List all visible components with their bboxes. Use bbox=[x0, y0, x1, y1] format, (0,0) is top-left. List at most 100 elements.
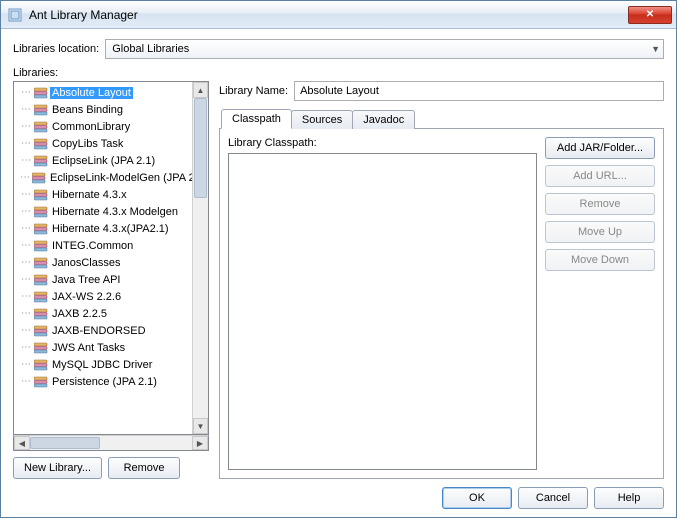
move-up-button[interactable]: Move Up bbox=[545, 221, 655, 243]
tree-dash-icon: ⋯ bbox=[20, 376, 32, 387]
tree-item-label: EclipseLink (JPA 2.1) bbox=[50, 155, 157, 167]
tree-item-label: JAX-WS 2.2.6 bbox=[50, 291, 123, 303]
library-icon bbox=[32, 172, 46, 184]
close-button[interactable]: ✕ bbox=[628, 6, 672, 24]
tree-item[interactable]: ⋯Persistence (JPA 2.1) bbox=[14, 373, 192, 390]
tree-item[interactable]: ⋯JanosClasses bbox=[14, 254, 192, 271]
scroll-track[interactable] bbox=[193, 98, 208, 418]
classpath-list[interactable] bbox=[228, 153, 537, 470]
library-icon bbox=[34, 308, 48, 320]
tree-item[interactable]: ⋯ INTEG.Common bbox=[14, 237, 192, 254]
library-icon bbox=[34, 223, 48, 235]
tree-item-label: JAXB-ENDORSED bbox=[50, 325, 148, 337]
tree-inner: ⋯Absolute Layout⋯Beans Binding⋯CommonLib… bbox=[14, 82, 192, 434]
tree-item[interactable]: ⋯Hibernate 4.3.x bbox=[14, 186, 192, 203]
tree-item-label: Beans Binding bbox=[50, 104, 125, 116]
tree-item-label: Hibernate 4.3.x bbox=[50, 189, 129, 201]
location-select[interactable]: Global Libraries ▼ bbox=[105, 39, 664, 59]
tree-item[interactable]: ⋯CopyLibs Task bbox=[14, 135, 192, 152]
content-area: Libraries location: Global Libraries ▼ L… bbox=[1, 29, 676, 517]
tree-dash-icon: ⋯ bbox=[20, 121, 32, 132]
hscroll-track[interactable] bbox=[30, 436, 192, 450]
tab-javadoc[interactable]: Javadoc bbox=[352, 110, 415, 129]
scroll-up-arrow-icon[interactable]: ▲ bbox=[193, 82, 208, 98]
library-icon bbox=[34, 291, 48, 303]
library-icon bbox=[34, 87, 48, 99]
tree-item[interactable]: ⋯JAXB-ENDORSED bbox=[14, 322, 192, 339]
detail-tabs: Classpath Sources Javadoc bbox=[219, 107, 664, 129]
tree-item[interactable]: ⋯ JAXB 2.2.5 bbox=[14, 305, 192, 322]
tree-item[interactable]: ⋯ JAX-WS 2.2.6 bbox=[14, 288, 192, 305]
scroll-right-arrow-icon[interactable]: ▶ bbox=[192, 436, 208, 450]
tree-item[interactable]: ⋯JWS Ant Tasks bbox=[14, 339, 192, 356]
library-icon bbox=[34, 342, 48, 354]
libraries-tree[interactable]: ⋯Absolute Layout⋯Beans Binding⋯CommonLib… bbox=[13, 81, 209, 435]
library-icon bbox=[34, 325, 48, 337]
vertical-scrollbar[interactable]: ▲ ▼ bbox=[192, 82, 208, 434]
tree-item[interactable]: ⋯CommonLibrary bbox=[14, 118, 192, 135]
classpath-buttons: Add JAR/Folder... Add URL... Remove Move… bbox=[545, 137, 655, 470]
add-jar-button[interactable]: Add JAR/Folder... bbox=[545, 137, 655, 159]
ok-button[interactable]: OK bbox=[442, 487, 512, 509]
library-icon bbox=[34, 274, 48, 286]
tree-item[interactable]: ⋯Absolute Layout bbox=[14, 84, 192, 101]
location-label: Libraries location: bbox=[13, 43, 99, 55]
tree-dash-icon: ⋯ bbox=[20, 359, 32, 370]
help-button[interactable]: Help bbox=[594, 487, 664, 509]
tree-item-label: INTEG.Common bbox=[50, 240, 135, 252]
library-icon bbox=[34, 155, 48, 167]
tree-item[interactable]: ⋯Hibernate 4.3.x(JPA2.1) bbox=[14, 220, 192, 237]
tree-dash-icon: ⋯ bbox=[20, 291, 32, 302]
library-icon bbox=[34, 206, 48, 218]
tree-item-label: CopyLibs Task bbox=[50, 138, 125, 150]
library-name-row: Library Name: bbox=[219, 81, 664, 101]
classpath-label: Library Classpath: bbox=[228, 137, 537, 149]
tree-item[interactable]: ⋯Hibernate 4.3.x Modelgen bbox=[14, 203, 192, 220]
new-library-button[interactable]: New Library... bbox=[13, 457, 102, 479]
tree-dash-icon: ⋯ bbox=[20, 342, 32, 353]
tree-item[interactable]: ⋯EclipseLink-ModelGen (JPA 2.1) bbox=[14, 169, 192, 186]
tab-classpath[interactable]: Classpath bbox=[221, 109, 292, 129]
tree-dash-icon: ⋯ bbox=[20, 240, 32, 251]
tree-dash-icon: ⋯ bbox=[20, 206, 32, 217]
titlebar[interactable]: Ant Library Manager ✕ bbox=[1, 1, 676, 29]
library-icon bbox=[34, 121, 48, 133]
remove-entry-button[interactable]: Remove bbox=[545, 193, 655, 215]
tree-item[interactable]: ⋯ Java Tree API bbox=[14, 271, 192, 288]
cancel-button[interactable]: Cancel bbox=[518, 487, 588, 509]
library-name-input[interactable] bbox=[294, 81, 664, 101]
tree-item-label: JAXB 2.2.5 bbox=[50, 308, 109, 320]
library-icon bbox=[34, 240, 48, 252]
library-icon bbox=[34, 376, 48, 388]
dialog-window: Ant Library Manager ✕ Libraries location… bbox=[0, 0, 677, 518]
tab-sources[interactable]: Sources bbox=[291, 110, 353, 129]
right-column: Library Name: Classpath Sources Javadoc … bbox=[219, 81, 664, 479]
tree-dash-icon: ⋯ bbox=[20, 308, 32, 319]
left-column: ⋯Absolute Layout⋯Beans Binding⋯CommonLib… bbox=[13, 81, 209, 479]
add-url-button[interactable]: Add URL... bbox=[545, 165, 655, 187]
horizontal-scrollbar[interactable]: ◀ ▶ bbox=[13, 435, 209, 451]
tree-item-label: JanosClasses bbox=[50, 257, 122, 269]
library-icon bbox=[34, 359, 48, 371]
dialog-footer: OK Cancel Help bbox=[13, 479, 664, 509]
library-name-label: Library Name: bbox=[219, 85, 288, 97]
scroll-down-arrow-icon[interactable]: ▼ bbox=[193, 418, 208, 434]
tree-item-label: Java Tree API bbox=[50, 274, 122, 286]
tree-item[interactable]: ⋯ EclipseLink (JPA 2.1) bbox=[14, 152, 192, 169]
tree-item[interactable]: ⋯MySQL JDBC Driver bbox=[14, 356, 192, 373]
tree-dash-icon: ⋯ bbox=[20, 172, 30, 183]
columns: ⋯Absolute Layout⋯Beans Binding⋯CommonLib… bbox=[13, 81, 664, 479]
tab-panel-classpath: Library Classpath: Add JAR/Folder... Add… bbox=[219, 129, 664, 479]
scroll-thumb[interactable] bbox=[194, 98, 207, 198]
library-icon bbox=[34, 138, 48, 150]
window-title: Ant Library Manager bbox=[29, 8, 628, 22]
tree-item[interactable]: ⋯Beans Binding bbox=[14, 101, 192, 118]
app-icon bbox=[7, 7, 23, 23]
remove-library-button[interactable]: Remove bbox=[108, 457, 180, 479]
scroll-left-arrow-icon[interactable]: ◀ bbox=[14, 436, 30, 450]
library-icon bbox=[34, 257, 48, 269]
move-down-button[interactable]: Move Down bbox=[545, 249, 655, 271]
hscroll-thumb[interactable] bbox=[30, 437, 100, 449]
tree-dash-icon: ⋯ bbox=[20, 155, 32, 166]
tree-dash-icon: ⋯ bbox=[20, 274, 32, 285]
